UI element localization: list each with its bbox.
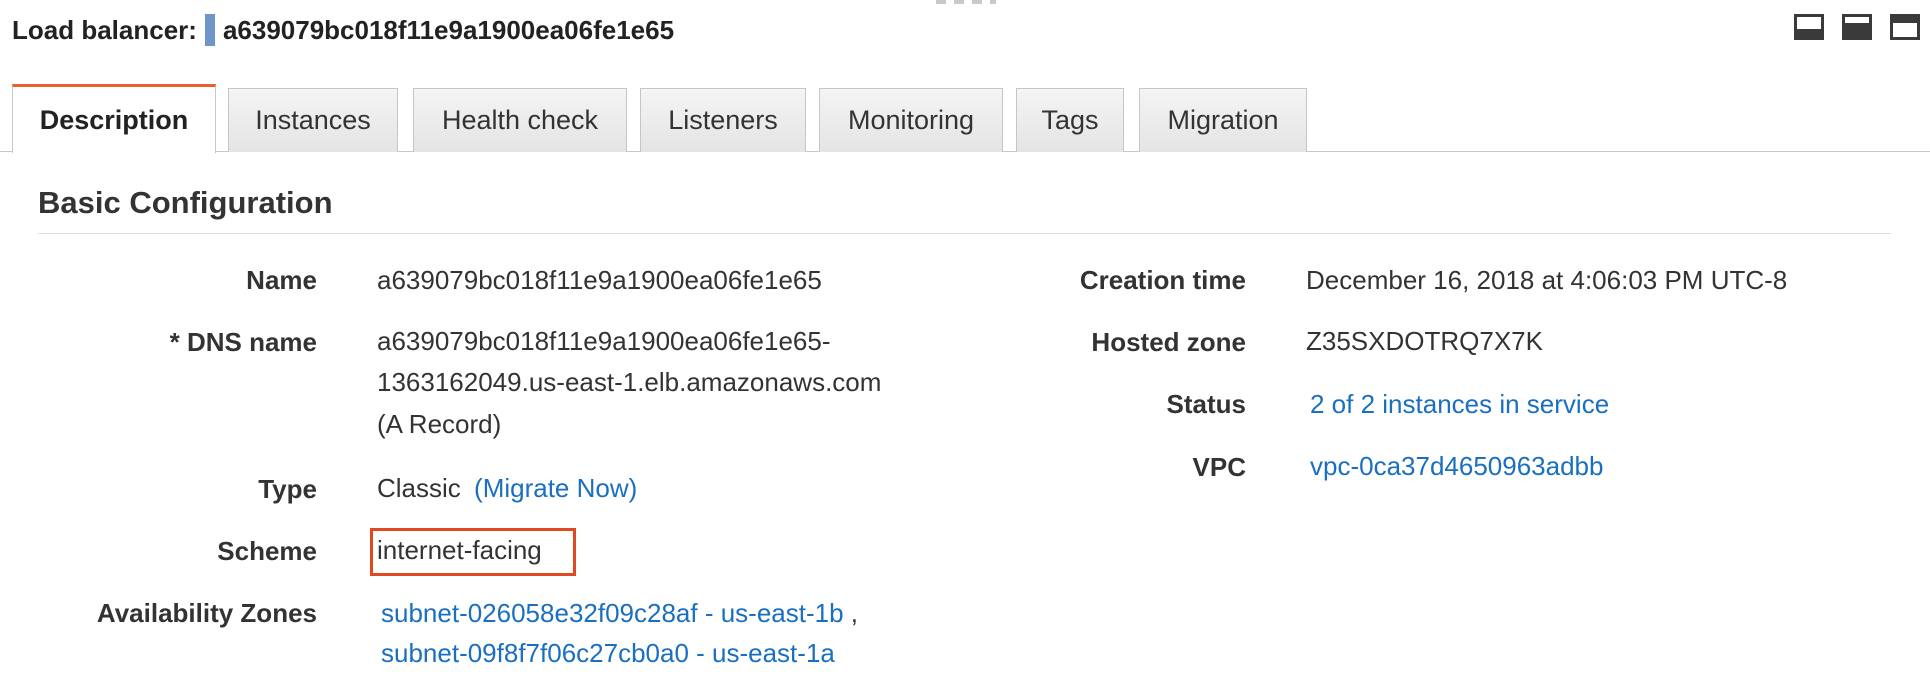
load-balancer-id: a639079bc018f11e9a1900ea06fe1e65 xyxy=(222,14,675,45)
zone-separator: , xyxy=(850,598,859,628)
tab-tags[interactable]: Tags xyxy=(1016,88,1124,152)
availability-zones-label: Availability Zones xyxy=(96,598,317,628)
creation-time-label: Creation time xyxy=(1079,265,1246,295)
tab-monitoring[interactable]: Monitoring xyxy=(819,88,1003,152)
panel-layout-buttons xyxy=(1794,14,1920,40)
dns-record-type: (A Record) xyxy=(377,409,502,439)
availability-zone-row-1: subnet-026058e32f09c28af - us-east-1b , xyxy=(381,593,858,633)
section-title: Basic Configuration xyxy=(38,185,333,220)
tab-health-check[interactable]: Health check xyxy=(413,88,627,152)
hosted-zone-label: Hosted zone xyxy=(1091,327,1246,357)
selection-marker xyxy=(204,14,215,46)
vpc-label: VPC xyxy=(1192,452,1246,482)
resize-grip[interactable] xyxy=(936,0,996,4)
section-divider xyxy=(38,233,1891,234)
load-balancer-details-panel: Load balancer: a639079bc018f11e9a1900ea0… xyxy=(0,0,1930,686)
creation-time-value: December 16, 2018 at 4:06:03 PM UTC-8 xyxy=(1306,265,1788,295)
detail-tabs: Description Instances Health check Liste… xyxy=(0,84,1930,153)
migrate-now-link[interactable]: (Migrate Now) xyxy=(474,473,637,503)
split-panel-icon[interactable] xyxy=(1842,14,1872,40)
tab-description[interactable]: Description xyxy=(12,84,216,153)
dns-name-label: * DNS name xyxy=(169,327,317,357)
subnet-link-us-east-1b[interactable]: subnet-026058e32f09c28af - us-east-1b xyxy=(381,598,844,628)
name-value: a639079bc018f11e9a1900ea06fe1e65 xyxy=(377,265,822,295)
name-label: Name xyxy=(246,265,317,295)
instances-status-link[interactable]: 2 of 2 instances in service xyxy=(1310,384,1609,424)
hosted-zone-value: Z35SXDOTRQ7X7K xyxy=(1306,326,1543,356)
scheme-value: internet-facing xyxy=(377,535,542,565)
load-balancer-label: Load balancer: xyxy=(12,14,197,45)
scheme-label: Scheme xyxy=(217,536,317,566)
type-value: Classic xyxy=(377,473,461,503)
top-panel-icon[interactable] xyxy=(1890,14,1920,40)
bottom-panel-icon[interactable] xyxy=(1794,14,1824,40)
vpc-link[interactable]: vpc-0ca37d4650963adbb xyxy=(1310,446,1603,486)
dns-name-line-2: 1363162049.us-east-1.elb.amazonaws.com xyxy=(377,367,882,397)
subnet-link-us-east-1a[interactable]: subnet-09f8f7f06c27cb0a0 - us-east-1a xyxy=(381,638,835,668)
type-value-row: Classic (Migrate Now) xyxy=(377,468,637,508)
availability-zone-row-2: subnet-09f8f7f06c27cb0a0 - us-east-1a xyxy=(381,633,835,673)
status-label: Status xyxy=(1166,389,1246,419)
dns-name-line-1: a639079bc018f11e9a1900ea06fe1e65- xyxy=(377,326,831,356)
panel-header: Load balancer: a639079bc018f11e9a1900ea0… xyxy=(12,10,674,50)
type-label: Type xyxy=(258,474,317,504)
tab-listeners[interactable]: Listeners xyxy=(640,88,806,152)
tab-instances[interactable]: Instances xyxy=(228,88,398,152)
tab-migration[interactable]: Migration xyxy=(1139,88,1307,152)
